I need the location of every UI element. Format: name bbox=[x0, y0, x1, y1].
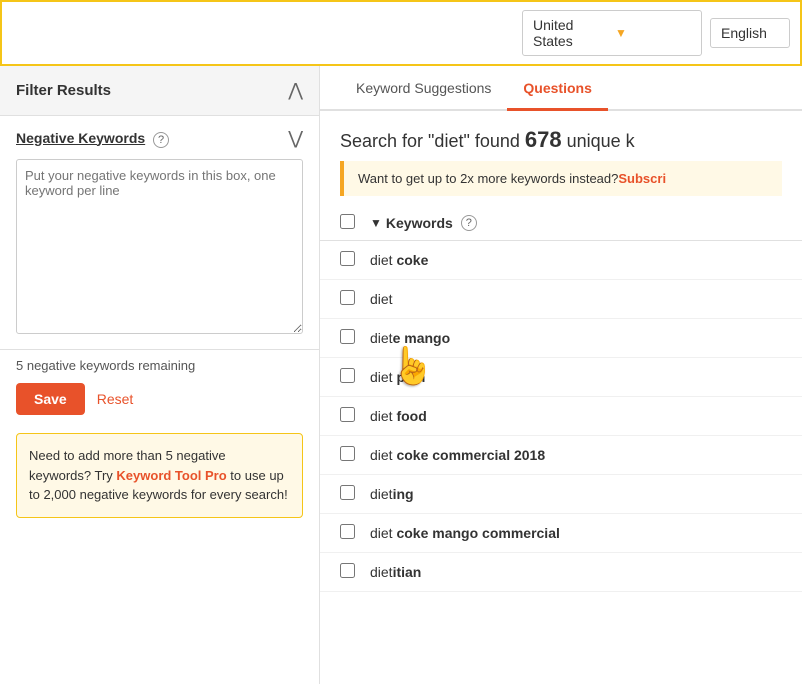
language-label: English bbox=[721, 25, 767, 41]
row-checkbox-col bbox=[340, 446, 370, 464]
tabs-bar: Keyword Suggestions Questions bbox=[320, 66, 802, 111]
search-input[interactable]: diet bbox=[12, 19, 514, 48]
row-checkbox-col bbox=[340, 368, 370, 386]
row-checkbox-col bbox=[340, 407, 370, 425]
negative-keywords-section: Negative Keywords ? ⋁ bbox=[0, 116, 319, 350]
negative-keywords-header[interactable]: Negative Keywords ? ⋁ bbox=[16, 128, 303, 149]
reset-button[interactable]: Reset bbox=[97, 391, 134, 407]
table-row: diet coke mango commercial bbox=[320, 514, 802, 553]
row-checkbox[interactable] bbox=[340, 446, 355, 461]
header-checkbox-col bbox=[340, 214, 370, 232]
results-header: Search for "diet" found 678 unique k bbox=[320, 111, 802, 161]
keywords-table: ▼ Keywords ? diet cokediet diete mangodi… bbox=[320, 206, 802, 684]
sort-arrow-icon: ▼ bbox=[370, 216, 382, 230]
tab-questions[interactable]: Questions bbox=[507, 66, 607, 111]
select-all-checkbox[interactable] bbox=[340, 214, 355, 229]
chevron-up-icon: ⋀ bbox=[288, 80, 303, 101]
row-checkbox-col bbox=[340, 524, 370, 542]
row-checkbox[interactable] bbox=[340, 290, 355, 305]
right-panel: Keyword Suggestions Questions Search for… bbox=[320, 66, 802, 684]
row-checkbox-col bbox=[340, 290, 370, 308]
keyword-cell: dietitian bbox=[370, 564, 782, 580]
row-checkbox[interactable] bbox=[340, 251, 355, 266]
row-checkbox[interactable] bbox=[340, 407, 355, 422]
row-checkbox-col bbox=[340, 485, 370, 503]
keyword-rows: diet coke diet diete mango diet plan diet f… bbox=[320, 241, 802, 592]
table-row: diete mango bbox=[320, 319, 802, 358]
keyword-text: dieting bbox=[370, 486, 414, 502]
keyword-text: diet coke bbox=[370, 252, 428, 268]
dropdown-arrow-icon: ▼ bbox=[615, 26, 691, 40]
remaining-keywords-text: 5 negative keywords remaining bbox=[0, 358, 319, 373]
table-row: diet coke commercial 2018 bbox=[320, 436, 802, 475]
keyword-text: diet bbox=[370, 291, 393, 307]
negative-keywords-title-row: Negative Keywords ? bbox=[16, 130, 169, 148]
keywords-column-header: ▼ Keywords ? bbox=[370, 215, 782, 231]
top-bar: diet United States ▼ English bbox=[0, 0, 802, 66]
promo-box: Need to add more than 5 negative keyword… bbox=[16, 433, 303, 518]
keyword-cell: diet coke commercial 2018 bbox=[370, 447, 782, 463]
help-icon[interactable]: ? bbox=[153, 132, 169, 148]
row-checkbox[interactable] bbox=[340, 524, 355, 539]
filter-results-header[interactable]: Filter Results ⋀ bbox=[0, 66, 319, 116]
keyword-cell: diet bbox=[370, 291, 782, 307]
country-select[interactable]: United States ▼ bbox=[522, 10, 702, 56]
keywords-header-label: Keywords bbox=[386, 215, 453, 231]
save-button[interactable]: Save bbox=[16, 383, 85, 415]
negative-keywords-textarea[interactable] bbox=[16, 159, 303, 334]
subscribe-link[interactable]: Subscri bbox=[618, 171, 666, 186]
row-checkbox[interactable] bbox=[340, 368, 355, 383]
subscribe-banner: Want to get up to 2x more keywords inste… bbox=[340, 161, 782, 196]
table-row: diet food bbox=[320, 397, 802, 436]
results-count: 678 bbox=[525, 127, 562, 152]
keyword-text: diet plan bbox=[370, 369, 425, 385]
language-select[interactable]: English bbox=[710, 18, 790, 48]
table-row: diet bbox=[320, 280, 802, 319]
keywords-help-icon[interactable]: ? bbox=[461, 215, 477, 231]
keyword-cell: diet coke mango commercial bbox=[370, 525, 782, 541]
left-panel: Filter Results ⋀ Negative Keywords ? ⋁ 5… bbox=[0, 66, 320, 684]
subscribe-text: Want to get up to 2x more keywords inste… bbox=[358, 171, 618, 186]
keyword-cell: dieting bbox=[370, 486, 782, 502]
keyword-cell: diete mango bbox=[370, 330, 782, 346]
table-row: diet plan bbox=[320, 358, 802, 397]
country-label: United States bbox=[533, 17, 609, 49]
promo-link[interactable]: Keyword Tool Pro bbox=[116, 468, 226, 483]
main-layout: Filter Results ⋀ Negative Keywords ? ⋁ 5… bbox=[0, 66, 802, 684]
action-buttons: Save Reset bbox=[0, 373, 319, 425]
keyword-text: diet coke commercial 2018 bbox=[370, 447, 545, 463]
keyword-text: dietitian bbox=[370, 564, 421, 580]
negative-keywords-title: Negative Keywords bbox=[16, 130, 145, 146]
table-header-row: ▼ Keywords ? bbox=[320, 206, 802, 241]
keyword-cell: diet coke bbox=[370, 252, 782, 268]
filter-results-title: Filter Results bbox=[16, 82, 111, 99]
keyword-cell: diet plan bbox=[370, 369, 782, 385]
row-checkbox-col bbox=[340, 563, 370, 581]
table-row: dieting bbox=[320, 475, 802, 514]
row-checkbox-col bbox=[340, 251, 370, 269]
keyword-text: diete mango bbox=[370, 330, 450, 346]
keyword-text: diet coke mango commercial bbox=[370, 525, 560, 541]
results-suffix: unique k bbox=[562, 131, 635, 151]
row-checkbox[interactable] bbox=[340, 563, 355, 578]
keyword-text: diet food bbox=[370, 408, 427, 424]
row-checkbox[interactable] bbox=[340, 329, 355, 344]
row-checkbox[interactable] bbox=[340, 485, 355, 500]
table-row: diet coke bbox=[320, 241, 802, 280]
tab-keyword-suggestions[interactable]: Keyword Suggestions bbox=[340, 66, 507, 111]
table-row: dietitian bbox=[320, 553, 802, 592]
keyword-cell: diet food bbox=[370, 408, 782, 424]
chevron-down-icon: ⋁ bbox=[288, 128, 303, 149]
results-prefix: Search for "diet" found bbox=[340, 131, 525, 151]
row-checkbox-col bbox=[340, 329, 370, 347]
